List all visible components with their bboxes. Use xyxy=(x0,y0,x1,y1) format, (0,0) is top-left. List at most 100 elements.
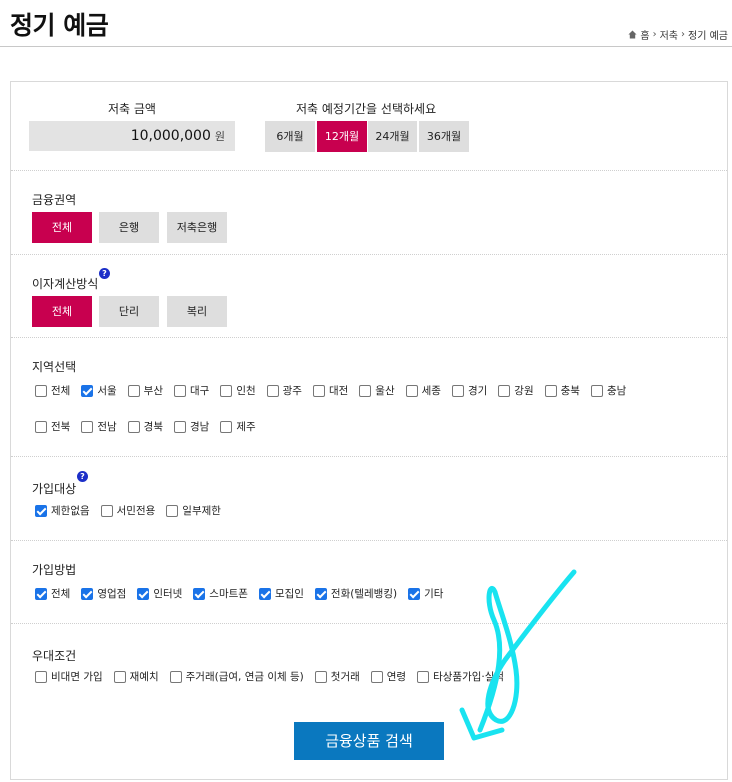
checkbox[interactable] xyxy=(35,504,47,517)
checkbox-label: 일부제한 xyxy=(182,505,221,517)
breadcrumb-savings[interactable]: 저축 xyxy=(660,27,678,42)
interest-method-label: 이자계산방식 xyxy=(32,277,99,291)
search-products-button[interactable]: 금융상품 검색 xyxy=(294,722,444,760)
checkbox-label: 대전 xyxy=(328,385,349,397)
target-checkbox-low-income[interactable]: 서민전용 xyxy=(100,503,155,518)
checkbox[interactable] xyxy=(81,587,94,600)
amount-period-section: 저축 금액 10,000,000 원 저축 예정기간을 선택하세요 6개월 12개… xyxy=(11,82,727,171)
amount-unit: 원 xyxy=(214,130,225,143)
checkbox[interactable] xyxy=(113,670,126,683)
period-24m-button[interactable]: 24개월 xyxy=(368,121,417,152)
checkbox[interactable] xyxy=(127,384,140,397)
pref-checkbox-first[interactable]: 첫거래 xyxy=(314,669,360,684)
join-checkbox-other[interactable]: 기타 xyxy=(408,586,443,601)
join-checkbox-internet[interactable]: 인터넷 xyxy=(137,586,182,601)
checkbox-label: 전남 xyxy=(97,421,117,433)
page-title: 정기 예금 xyxy=(10,11,109,40)
region-checkbox-gwangju[interactable]: 광주 xyxy=(266,383,302,398)
checkbox-label: 경남 xyxy=(189,421,210,433)
checkbox[interactable] xyxy=(370,670,383,683)
region-checkbox-gyeongbuk[interactable]: 경북 xyxy=(127,419,163,434)
pref-checkbox-untact[interactable]: 비대면 가입 xyxy=(35,669,103,684)
region-checkbox-jeonnam[interactable]: 전남 xyxy=(81,419,117,434)
help-icon[interactable]: ? xyxy=(99,268,110,279)
finance-area-savingsbank-button[interactable]: 저축은행 xyxy=(167,212,227,243)
region-checkbox-chungnam[interactable]: 충남 xyxy=(590,383,626,398)
checkbox[interactable] xyxy=(81,420,94,433)
region-checkbox-incheon[interactable]: 인천 xyxy=(220,383,256,398)
checkbox-label: 충북 xyxy=(560,385,580,397)
finance-area-section: 금융권역 전체 은행 저축은행 xyxy=(11,171,727,255)
checkbox[interactable] xyxy=(266,384,279,397)
period-12m-button[interactable]: 12개월 xyxy=(317,121,367,152)
checkbox[interactable] xyxy=(169,670,182,683)
checkbox[interactable] xyxy=(359,384,372,397)
checkbox[interactable] xyxy=(35,384,47,397)
checkbox[interactable] xyxy=(314,587,327,600)
period-6m-button[interactable]: 6개월 xyxy=(265,121,315,152)
region-checkbox-jeonbuk[interactable]: 전북 xyxy=(35,419,70,434)
pref-checkbox-age[interactable]: 연령 xyxy=(370,669,406,684)
checkbox-label: 첫거래 xyxy=(330,671,360,683)
region-checkbox-busan[interactable]: 부산 xyxy=(127,383,163,398)
checkbox-label: 대구 xyxy=(189,385,210,397)
checkbox[interactable] xyxy=(498,384,511,397)
target-checkbox-partial[interactable]: 일부제한 xyxy=(166,503,221,518)
join-checkbox-smartphone[interactable]: 스마트폰 xyxy=(193,586,248,601)
checkbox[interactable] xyxy=(173,420,186,433)
target-row: 제한없음 서민전용 일부제한 xyxy=(35,503,232,518)
checkbox[interactable] xyxy=(220,384,233,397)
region-checkbox-daegu[interactable]: 대구 xyxy=(173,383,210,398)
target-checkbox-unrestricted[interactable]: 제한없음 xyxy=(35,503,90,518)
region-checkbox-sejong[interactable]: 세종 xyxy=(405,383,441,398)
search-panel: 저축 금액 10,000,000 원 저축 예정기간을 선택하세요 6개월 12개… xyxy=(10,81,728,780)
interest-simple-button[interactable]: 단리 xyxy=(99,296,159,327)
checkbox[interactable] xyxy=(590,384,603,397)
join-checkbox-all[interactable]: 전체 xyxy=(35,586,70,601)
finance-area-all-button[interactable]: 전체 xyxy=(32,212,92,243)
checkbox[interactable] xyxy=(451,384,464,397)
checkbox-label: 기타 xyxy=(424,588,444,600)
region-checkbox-ulsan[interactable]: 울산 xyxy=(359,383,395,398)
interest-compound-button[interactable]: 복리 xyxy=(167,296,227,327)
checkbox[interactable] xyxy=(127,420,140,433)
amount-input[interactable]: 10,000,000 원 xyxy=(29,121,235,151)
region-checkbox-gyeongnam[interactable]: 경남 xyxy=(173,419,210,434)
checkbox[interactable] xyxy=(312,384,325,397)
pref-checkbox-other-product[interactable]: 타상품가입·실적 xyxy=(417,669,504,684)
pref-checkbox-redeposit[interactable]: 재예치 xyxy=(113,669,159,684)
checkbox[interactable] xyxy=(137,587,150,600)
checkbox[interactable] xyxy=(220,420,233,433)
checkbox[interactable] xyxy=(417,670,430,683)
finance-area-bank-button[interactable]: 은행 xyxy=(99,212,159,243)
region-checkbox-seoul[interactable]: 서울 xyxy=(81,383,117,398)
checkbox[interactable] xyxy=(193,587,206,600)
region-checkbox-seoul-all[interactable]: 전체 xyxy=(35,383,70,398)
checkbox[interactable] xyxy=(405,384,418,397)
checkbox[interactable] xyxy=(314,670,327,683)
region-checkbox-chungbuk[interactable]: 충북 xyxy=(544,383,580,398)
interest-all-button[interactable]: 전체 xyxy=(32,296,92,327)
join-checkbox-agent[interactable]: 모집인 xyxy=(258,586,304,601)
region-checkbox-daejeon[interactable]: 대전 xyxy=(312,383,349,398)
checkbox[interactable] xyxy=(81,384,94,397)
checkbox[interactable] xyxy=(100,504,113,517)
checkbox[interactable] xyxy=(166,504,179,517)
pref-checkbox-main-bank[interactable]: 주거래(급여, 연금 이체 등) xyxy=(169,669,304,684)
period-36m-button[interactable]: 36개월 xyxy=(419,121,469,152)
breadcrumb-home[interactable]: 홈 xyxy=(640,27,649,42)
help-icon[interactable]: ? xyxy=(77,471,88,482)
home-icon[interactable] xyxy=(628,30,637,39)
join-checkbox-branch[interactable]: 영업점 xyxy=(81,586,126,601)
join-checkbox-phone[interactable]: 전화(텔레뱅킹) xyxy=(314,586,397,601)
region-checkbox-gyeonggi[interactable]: 경기 xyxy=(451,383,487,398)
checkbox[interactable] xyxy=(173,384,186,397)
checkbox[interactable] xyxy=(408,587,421,600)
checkbox[interactable] xyxy=(258,587,271,600)
checkbox[interactable] xyxy=(35,587,47,600)
checkbox[interactable] xyxy=(35,420,47,433)
checkbox[interactable] xyxy=(544,384,557,397)
region-checkbox-gangwon[interactable]: 강원 xyxy=(498,383,534,398)
checkbox[interactable] xyxy=(35,670,47,683)
region-checkbox-jeju[interactable]: 제주 xyxy=(220,419,256,434)
